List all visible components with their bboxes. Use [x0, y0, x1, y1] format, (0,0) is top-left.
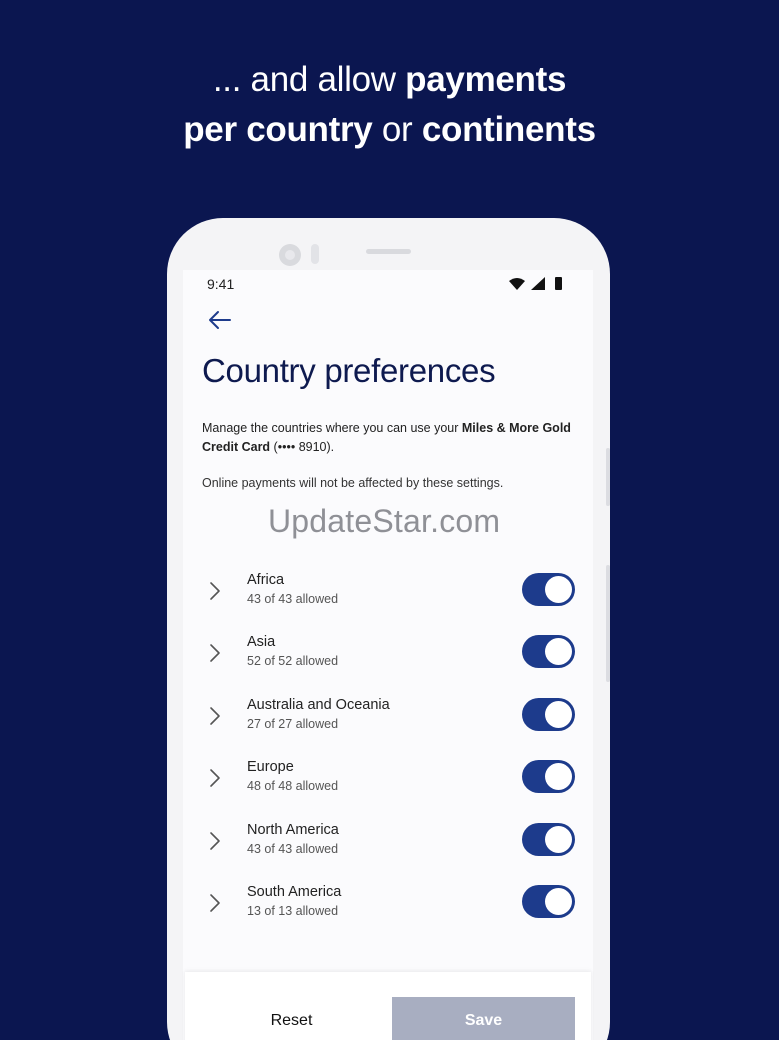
region-row[interactable]: Europe 48 of 48 allowed [196, 753, 586, 815]
region-row[interactable]: South America 13 of 13 allowed [196, 878, 586, 940]
region-name: North America [247, 821, 339, 838]
region-name: Australia and Oceania [247, 696, 390, 713]
watermark: UpdateStar.com [268, 503, 501, 539]
region-name: Europe [247, 759, 294, 776]
region-allowed-count: 27 of 27 allowed [247, 716, 339, 731]
front-camera [279, 244, 301, 266]
promo-headline: ... and allow payments per country or co… [0, 55, 779, 155]
headline-text: or [372, 110, 422, 149]
page-note: Online payments will not be affected by … [202, 476, 504, 490]
chevron-right-icon[interactable] [208, 767, 222, 789]
chevron-right-icon[interactable] [208, 580, 222, 602]
region-toggle[interactable] [522, 822, 575, 856]
region-toggle[interactable] [522, 635, 575, 669]
battery-icon [555, 277, 562, 290]
region-toggle[interactable] [522, 573, 575, 606]
region-allowed-count: 52 of 52 allowed [247, 654, 339, 669]
region-allowed-count: 43 of 43 allowed [247, 841, 339, 856]
signal-icon [531, 277, 545, 290]
page-description: Manage the countries where you can use y… [202, 419, 582, 457]
status-icons [509, 276, 569, 292]
region-row[interactable]: Australia and Oceania 27 of 27 allowed [196, 691, 586, 753]
status-time: 9:41 [207, 276, 235, 292]
save-button[interactable]: Save [392, 997, 575, 1040]
description-text: Manage the countries where you can use y… [202, 421, 462, 435]
chevron-right-icon[interactable] [208, 830, 222, 852]
toggle-knob [545, 763, 572, 791]
region-allowed-count: 48 of 48 allowed [247, 779, 339, 794]
region-toggle[interactable] [522, 884, 575, 918]
chevron-right-icon[interactable] [208, 705, 222, 727]
headline-line-2: per country or continents [0, 105, 779, 155]
headline-bold-text: continents [421, 110, 596, 149]
wifi-icon [509, 278, 525, 290]
phone-side-button [606, 448, 610, 506]
region-row[interactable]: Africa 43 of 43 allowed [196, 566, 586, 628]
region-name: Asia [247, 634, 276, 651]
region-row[interactable]: North America 43 of 43 allowed [196, 816, 586, 878]
phone-volume-button [606, 565, 610, 682]
region-name: Africa [247, 572, 285, 588]
chevron-right-icon[interactable] [208, 892, 222, 914]
region-allowed-count: 13 of 13 allowed [247, 903, 339, 918]
region-name: South America [247, 883, 342, 900]
region-list: Africa 43 of 43 allowed Asia 52 of 52 allow… [196, 566, 586, 940]
toggle-knob [545, 576, 572, 603]
region-toggle[interactable] [522, 760, 575, 794]
reset-button[interactable]: Reset [200, 997, 383, 1040]
region-row[interactable]: Asia 52 of 52 allowed [196, 628, 586, 690]
headline-bold-text: per country [183, 110, 373, 149]
card-number: (•••• 8910). [270, 440, 335, 454]
page-title: Country preferences [202, 352, 496, 389]
earpiece-speaker [366, 249, 411, 254]
toggle-knob [545, 700, 572, 728]
toggle-knob [545, 638, 572, 666]
back-arrow-icon[interactable] [207, 309, 233, 331]
toggle-knob [545, 825, 572, 853]
toggle-knob [545, 887, 572, 915]
headline-bold-text: payments [405, 60, 567, 99]
region-toggle[interactable] [522, 697, 575, 731]
headline-line-1: ... and allow payments [0, 55, 779, 105]
headline-text: ... and allow [212, 60, 406, 99]
proximity-sensor [311, 244, 319, 264]
chevron-right-icon[interactable] [208, 642, 222, 664]
region-allowed-count: 43 of 43 allowed [247, 592, 339, 606]
